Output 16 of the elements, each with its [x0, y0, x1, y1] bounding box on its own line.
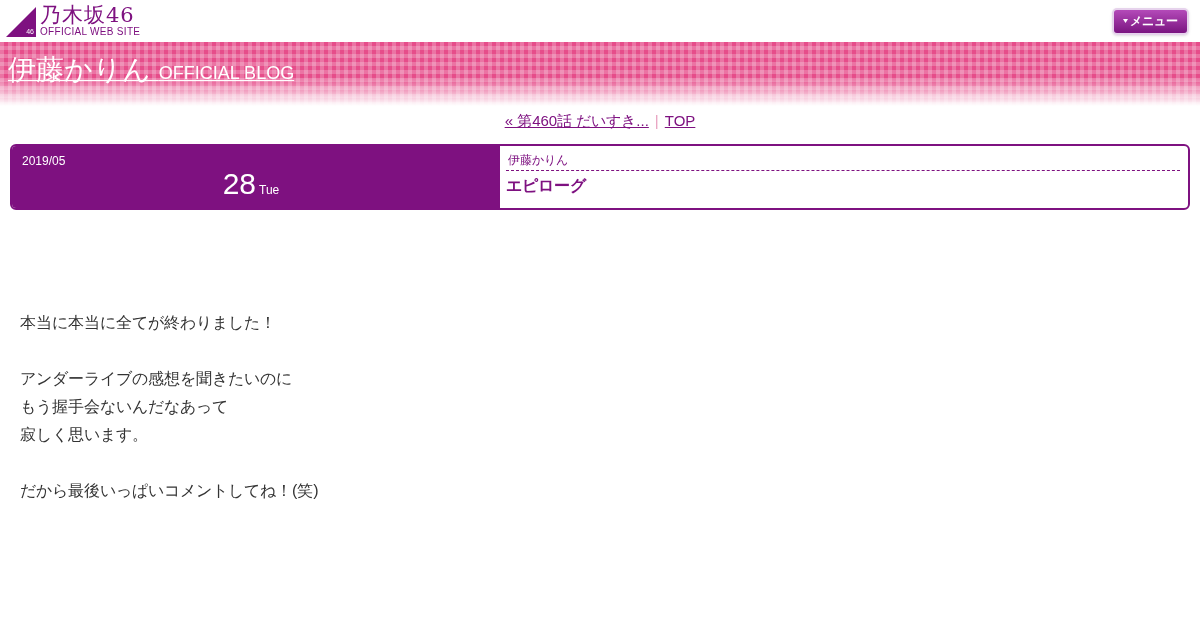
body-paragraph: 本当に本当に全てが終わりました！ — [20, 313, 276, 333]
logo-name: 乃木坂46 — [40, 4, 136, 26]
author-name: 伊藤かりん — [506, 152, 1180, 171]
weekday: Tue — [259, 182, 280, 199]
caret-icon — [1123, 19, 1128, 23]
nav-separator: | — [654, 110, 659, 131]
year-month: 2019/05 — [22, 154, 66, 168]
top-link[interactable]: TOP — [664, 109, 696, 133]
body-paragraph: だから最後いっぱいコメントしてね！(笑) — [20, 481, 319, 501]
menu-button[interactable]: メニュー — [1112, 7, 1189, 35]
day-number: 28 — [222, 167, 257, 201]
logo-subtitle: OFFICIAL WEB SITE — [40, 26, 141, 38]
entry-title: エピローグ — [506, 176, 588, 196]
body-paragraph: アンダーライブの感想を聞きたいのに もう握手会ないんだなあって 寂しく思います。 — [20, 369, 292, 445]
logo-triangle-icon — [6, 7, 36, 37]
previous-post-link[interactable]: « 第460話 だいすき... — [504, 109, 649, 133]
